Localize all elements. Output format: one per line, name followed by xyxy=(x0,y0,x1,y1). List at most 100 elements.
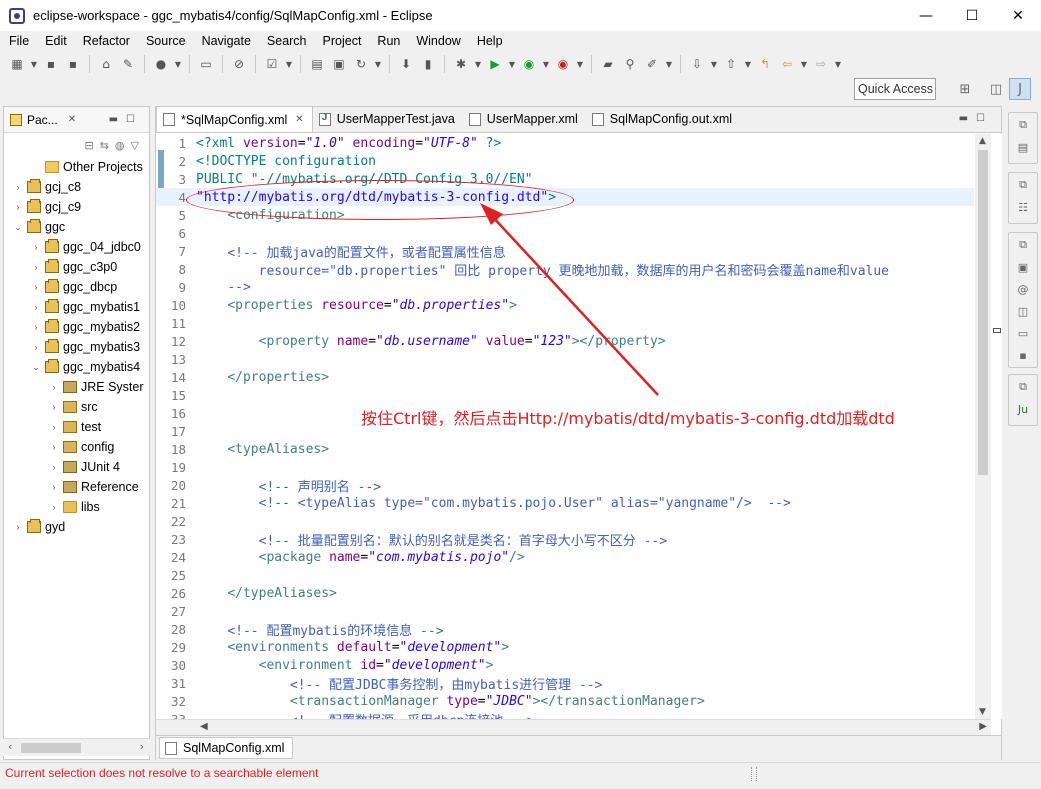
next-annotation-icon[interactable]: ⇩ xyxy=(688,55,706,73)
tasks-dropdown-icon[interactable]: ▼ xyxy=(285,55,293,73)
search-icon[interactable]: ⚲ xyxy=(621,55,639,73)
new-file-icon[interactable]: ▤ xyxy=(308,55,326,73)
scroll-up-icon[interactable]: ▲ xyxy=(979,136,986,146)
battery-icon[interactable]: ▮ xyxy=(419,55,437,73)
tree-item[interactable]: › Reference xyxy=(4,477,149,497)
restore-icon[interactable]: ⧉ xyxy=(1015,379,1031,395)
editor-tab[interactable]: UserMapper.xml xyxy=(463,106,586,132)
forward-icon[interactable]: ⇨ xyxy=(812,55,830,73)
tree-item[interactable]: › ggc_c3p0 xyxy=(4,257,149,277)
problems-icon[interactable]: ▣ xyxy=(1015,259,1031,275)
code-line[interactable]: 15 xyxy=(156,386,974,404)
source-page-tab[interactable]: SqlMapConfig.xml xyxy=(159,737,294,759)
code-line[interactable]: 4 "http://mybatis.org/dtd/mybatis-3-confi… xyxy=(156,188,974,206)
new-icon[interactable]: ▦ xyxy=(8,55,26,73)
tree-item[interactable]: Other Projects xyxy=(4,157,149,177)
restore-icon[interactable]: ⧉ xyxy=(1015,117,1031,133)
code-line[interactable]: 3 PUBLIC "-//mybatis.org//DTD Config 3.0/… xyxy=(156,170,974,188)
tree-item[interactable]: › ggc_dbcp xyxy=(4,277,149,297)
code-line[interactable]: 33 <!-- 配置数据源，采用dbcp连接池 --> xyxy=(156,710,974,720)
save-icon[interactable]: ▪ xyxy=(42,55,60,73)
editor-vscrollbar[interactable]: ▲ ▼ xyxy=(975,134,991,719)
menu-navigate[interactable]: Navigate xyxy=(193,34,258,48)
code-line[interactable]: 24 <package name="com.mybatis.pojo"/> xyxy=(156,548,974,566)
code-line[interactable]: 20 <!-- 声明别名 --> xyxy=(156,476,974,495)
editor-tab[interactable]: UserMapperTest.java xyxy=(313,106,463,132)
code-line[interactable]: 18 <typeAliases> xyxy=(156,440,974,458)
back-icon[interactable]: ⇦ xyxy=(778,55,796,73)
java-perspective-icon[interactable]: J xyxy=(1009,78,1031,100)
debug-icon[interactable]: ✱ xyxy=(452,55,470,73)
collapsed-arrow-icon[interactable]: › xyxy=(30,262,42,272)
code-line[interactable]: 30 <environment id="development"> xyxy=(156,656,974,674)
console-icon[interactable]: ▭ xyxy=(197,55,215,73)
scrollbar-thumb[interactable] xyxy=(978,150,988,475)
close-icon[interactable]: ✕ xyxy=(295,114,303,125)
tree-item[interactable]: › gyd xyxy=(4,517,149,537)
overview-marker[interactable] xyxy=(993,328,1001,333)
collapsed-arrow-icon[interactable]: › xyxy=(48,382,60,392)
menu-help[interactable]: Help xyxy=(468,34,510,48)
collapsed-arrow-icon[interactable]: › xyxy=(30,322,42,332)
collapsed-arrow-icon[interactable]: › xyxy=(48,422,60,432)
quick-access-field[interactable]: Quick Access xyxy=(854,78,936,100)
code-line[interactable]: 13 xyxy=(156,350,974,368)
junit-icon[interactable]: Ju xyxy=(1015,401,1031,417)
code-line[interactable]: 21 <!-- <typeAlias type="com.mybatis.poj… xyxy=(156,494,974,512)
coverage-dropdown-icon[interactable]: ▼ xyxy=(542,55,550,73)
tree-item[interactable]: › test xyxy=(4,417,149,437)
user-dropdown-icon[interactable]: ▼ xyxy=(174,55,182,73)
code-line[interactable]: 12 <property name="db.username" value="1… xyxy=(156,332,974,350)
next-annotation-dropdown-icon[interactable]: ▼ xyxy=(710,55,718,73)
tree-item[interactable]: › ggc_04_jdbc0 xyxy=(4,237,149,257)
code-line[interactable]: 28 <!-- 配置mybatis的环境信息 --> xyxy=(156,620,974,639)
code-line[interactable]: 9 --> xyxy=(156,278,974,296)
scroll-right-icon[interactable]: ▶ xyxy=(979,721,987,732)
previous-annotation-icon[interactable]: ⇧ xyxy=(722,55,740,73)
pen-dropdown-icon[interactable]: ▼ xyxy=(665,55,673,73)
menu-edit[interactable]: Edit xyxy=(36,34,74,48)
tasks-icon[interactable]: ☑ xyxy=(263,55,281,73)
code-line[interactable]: 19 xyxy=(156,458,974,476)
scrollbar-thumb[interactable] xyxy=(21,743,81,753)
open-folder-icon[interactable]: ▰ xyxy=(599,55,617,73)
save-all-icon[interactable]: ▪ xyxy=(64,55,82,73)
open-type-icon[interactable]: ⌂ xyxy=(97,55,115,73)
collapsed-arrow-icon[interactable]: › xyxy=(48,442,60,452)
back-dropdown-icon[interactable]: ▼ xyxy=(800,55,808,73)
declaration-icon[interactable]: ◫ xyxy=(1015,303,1031,319)
overview-ruler[interactable] xyxy=(992,134,1002,719)
tree-item[interactable]: ⌄ ggc xyxy=(4,217,149,237)
code-line[interactable]: 25 xyxy=(156,566,974,584)
skip-breakpoints-icon[interactable]: ⊘ xyxy=(230,55,248,73)
close-icon[interactable]: ✕ xyxy=(68,114,76,125)
collapsed-arrow-icon[interactable]: › xyxy=(30,302,42,312)
expanded-arrow-icon[interactable]: ⌄ xyxy=(30,362,42,373)
expanded-arrow-icon[interactable]: ⌄ xyxy=(12,222,24,233)
collapsed-arrow-icon[interactable]: › xyxy=(30,282,42,292)
debug-dropdown-icon[interactable]: ▼ xyxy=(474,55,482,73)
menu-source[interactable]: Source xyxy=(137,34,193,48)
forward-dropdown-icon[interactable]: ▼ xyxy=(834,55,842,73)
scroll-down-icon[interactable]: ▼ xyxy=(979,707,986,717)
scroll-right-icon[interactable]: › xyxy=(140,740,144,753)
restore-icon[interactable]: ⧉ xyxy=(1015,177,1031,193)
focus-icon[interactable]: ◍ xyxy=(115,139,125,152)
collapsed-arrow-icon[interactable]: › xyxy=(30,342,42,352)
status-bar-handle[interactable] xyxy=(751,767,757,781)
servers-icon[interactable]: ▪ xyxy=(1015,347,1031,363)
run-icon[interactable]: ▶ xyxy=(486,55,504,73)
tree-item[interactable]: › JRE Syster xyxy=(4,377,149,397)
collapsed-arrow-icon[interactable]: › xyxy=(12,202,24,212)
code-line[interactable]: 8 resource="db.properties" 回比 property 更… xyxy=(156,260,974,279)
code-line[interactable]: 32 <transactionManager type="JDBC"></tra… xyxy=(156,692,974,710)
collapsed-arrow-icon[interactable]: › xyxy=(48,502,60,512)
code-line[interactable]: 26 </typeAliases> xyxy=(156,584,974,602)
editor-hscrollbar[interactable]: ◀ ▶ xyxy=(156,719,991,735)
tree-item[interactable]: › gcj_c9 xyxy=(4,197,149,217)
view-menu-icon[interactable]: ▽ xyxy=(131,139,139,152)
new-package-icon[interactable]: ▣ xyxy=(330,55,348,73)
code-line[interactable]: 5 <configuration> xyxy=(156,206,974,224)
user-icon[interactable]: ● xyxy=(152,55,170,73)
pen-icon[interactable]: ✐ xyxy=(643,55,661,73)
